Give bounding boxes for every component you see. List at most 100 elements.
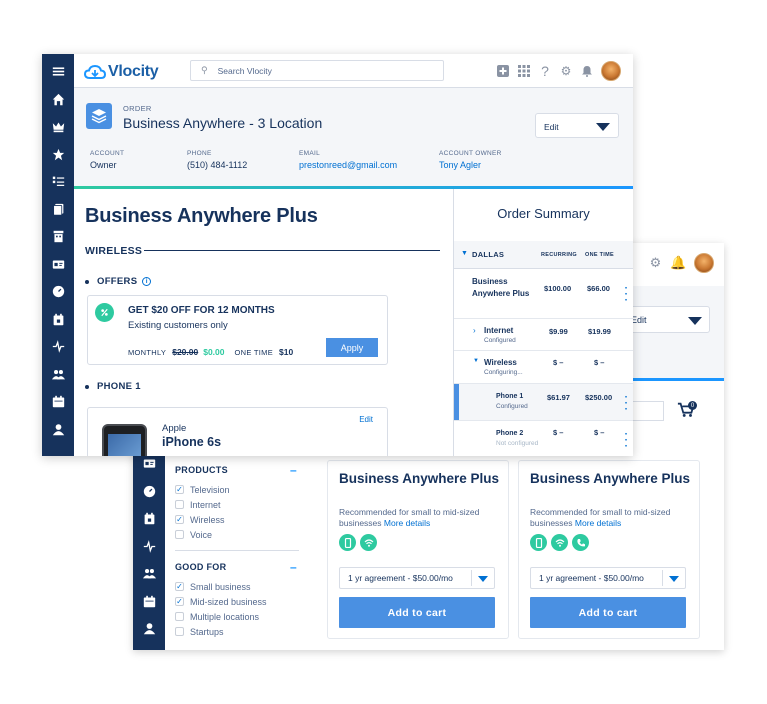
location-header[interactable]: ▼ DALLAS RECURRING ONE TIME [454, 241, 633, 269]
top-bar: Vlocity ⚲ Search Vlocity ? ⚙ [74, 54, 633, 87]
summary-row[interactable]: ▼ Wireless Configuring... $ – $ – [454, 351, 633, 384]
phone-model: iPhone 6s [162, 435, 222, 449]
field-label: EMAIL [299, 150, 321, 157]
summary-row-selected[interactable]: Phone 1 Configured $61.97 $250.00 · · · [454, 384, 633, 421]
avatar[interactable] [694, 253, 714, 273]
one-time-price: $250.00 [585, 393, 613, 402]
people-icon[interactable] [42, 361, 74, 389]
cart-icon[interactable]: 0 [677, 401, 697, 421]
filter-item-television[interactable]: ✓ Television [175, 482, 299, 497]
filter-item-startups[interactable]: Startups [175, 624, 299, 639]
collapse-icon[interactable]: – [290, 463, 297, 477]
more-details-link[interactable]: More details [575, 518, 621, 528]
filter-item-mid-sized-business[interactable]: ✓ Mid-sized business [175, 594, 299, 609]
chevron-right-icon[interactable]: › [473, 326, 476, 335]
filter-group-products[interactable]: PRODUCTS – [175, 463, 299, 477]
user-icon[interactable] [133, 615, 165, 643]
filter-panel: PRODUCTS – ✓ Television Internet ✓ Wireles… [175, 463, 299, 639]
pulse-icon[interactable] [42, 333, 74, 361]
people-icon[interactable] [133, 560, 165, 588]
calendar-box-icon[interactable] [133, 505, 165, 533]
order-summary-title: Order Summary [497, 206, 590, 221]
avatar[interactable] [601, 61, 621, 81]
filter-item-wireless[interactable]: ✓ Wireless [175, 512, 299, 527]
recurring-price: $ – [553, 428, 564, 437]
calendar-box-icon[interactable] [42, 306, 74, 334]
more-actions-icon[interactable]: · · · [625, 430, 628, 452]
offer-prices: MONTHLY $20.00 $0.00 ONE TIME $10 [128, 347, 293, 357]
gear-icon[interactable]: ⚙ [648, 255, 663, 271]
phone-title: PHONE 1 [97, 381, 141, 392]
plus-icon[interactable] [496, 63, 510, 79]
checkbox-checked[interactable]: ✓ [175, 485, 184, 494]
home-icon[interactable] [42, 86, 74, 114]
crown-icon[interactable] [42, 113, 74, 141]
list-icon[interactable] [42, 168, 74, 196]
help-icon[interactable]: ? [538, 63, 552, 79]
calendar-icon[interactable] [42, 388, 74, 416]
contact-card-icon[interactable] [42, 251, 74, 279]
pulse-icon[interactable] [133, 533, 165, 561]
filter-item-internet[interactable]: Internet [175, 497, 299, 512]
filter-label: Television [190, 484, 230, 495]
gauge-icon[interactable] [133, 478, 165, 506]
plan-select[interactable]: 1 yr agreement - $50.00/mo [530, 567, 686, 589]
checkbox-checked[interactable]: ✓ [175, 582, 184, 591]
filter-label: Internet [190, 499, 221, 510]
global-search-input[interactable]: ⚲ Search Vlocity [190, 60, 444, 81]
more-actions-icon[interactable]: · · · [625, 284, 628, 306]
filter-item-small-business[interactable]: ✓ Small business [175, 579, 299, 594]
apply-button[interactable]: Apply [326, 338, 378, 357]
phone-edit-link[interactable]: Edit [359, 415, 373, 424]
line-item-status: Configured [496, 403, 528, 410]
summary-row[interactable]: Business Anywhere Plus $100.00 $66.00 · ·… [454, 269, 633, 319]
vlocity-logo[interactable]: Vlocity [84, 63, 159, 81]
gauge-icon[interactable] [42, 278, 74, 306]
filter-item-voice[interactable]: Voice [175, 527, 299, 542]
collapse-icon[interactable]: – [290, 560, 297, 574]
menu-icon[interactable] [42, 58, 74, 86]
bell-icon[interactable]: 🔔 [670, 255, 686, 271]
documents-icon[interactable] [42, 196, 74, 224]
more-actions-icon[interactable]: · · · [625, 393, 628, 415]
building-icon[interactable] [42, 223, 74, 251]
user-icon[interactable] [42, 416, 74, 444]
filter-group-good-for[interactable]: GOOD FOR – [175, 560, 299, 574]
apps-grid-icon[interactable] [517, 63, 531, 79]
field-account: ACCOUNT Owner [90, 150, 124, 170]
product-card: Business Anywhere Plus Recommended for s… [327, 460, 509, 639]
email-link[interactable]: prestonreed@gmail.com [299, 160, 397, 170]
checkbox-checked[interactable]: ✓ [175, 597, 184, 606]
checkbox[interactable] [175, 530, 184, 539]
product-description: Recommended for small to mid-sized busin… [530, 507, 690, 529]
offer-card: GET $20 OFF FOR 12 MONTHS Existing custo… [87, 295, 388, 365]
gear-icon[interactable]: ⚙ [559, 63, 573, 79]
column-header-one-time: ONE TIME [585, 252, 614, 258]
configuration-panel: Business Anywhere Plus WIRELESS OFFERS i… [74, 189, 453, 456]
checkbox[interactable] [175, 612, 184, 621]
edit-dropdown[interactable]: Edit [535, 113, 619, 138]
checkbox[interactable] [175, 500, 184, 509]
summary-row[interactable]: Phone 2 Not configured $ – $ – · · · [454, 421, 633, 456]
bell-icon[interactable] [580, 63, 594, 79]
filter-label: Wireless [190, 514, 225, 525]
info-icon[interactable]: i [142, 277, 152, 286]
chevron-down-icon[interactable]: ▼ [473, 358, 479, 364]
account-owner-link[interactable]: Tony Agler [439, 160, 502, 170]
order-stack-icon [86, 103, 112, 129]
summary-row[interactable]: › Internet Configured $9.99 $19.99 [454, 319, 633, 351]
filter-item-multiple-locations[interactable]: Multiple locations [175, 609, 299, 624]
bullet [85, 384, 89, 389]
plan-select[interactable]: 1 yr agreement - $50.00/mo [339, 567, 495, 589]
more-details-link[interactable]: More details [384, 518, 430, 528]
add-to-cart-button[interactable]: Add to cart [339, 597, 495, 628]
order-summary-panel: Order Summary ▼ DALLAS RECURRING ONE TIM… [453, 189, 633, 456]
column-header-recurring: RECURRING [541, 252, 578, 258]
edit-dropdown[interactable]: Edit [622, 306, 710, 333]
add-to-cart-button[interactable]: Add to cart [530, 597, 686, 628]
checkbox-checked[interactable]: ✓ [175, 515, 184, 524]
calendar-icon[interactable] [133, 588, 165, 616]
star-icon[interactable] [42, 141, 74, 169]
checkbox[interactable] [175, 627, 184, 636]
recurring-price: $61.97 [547, 393, 570, 402]
